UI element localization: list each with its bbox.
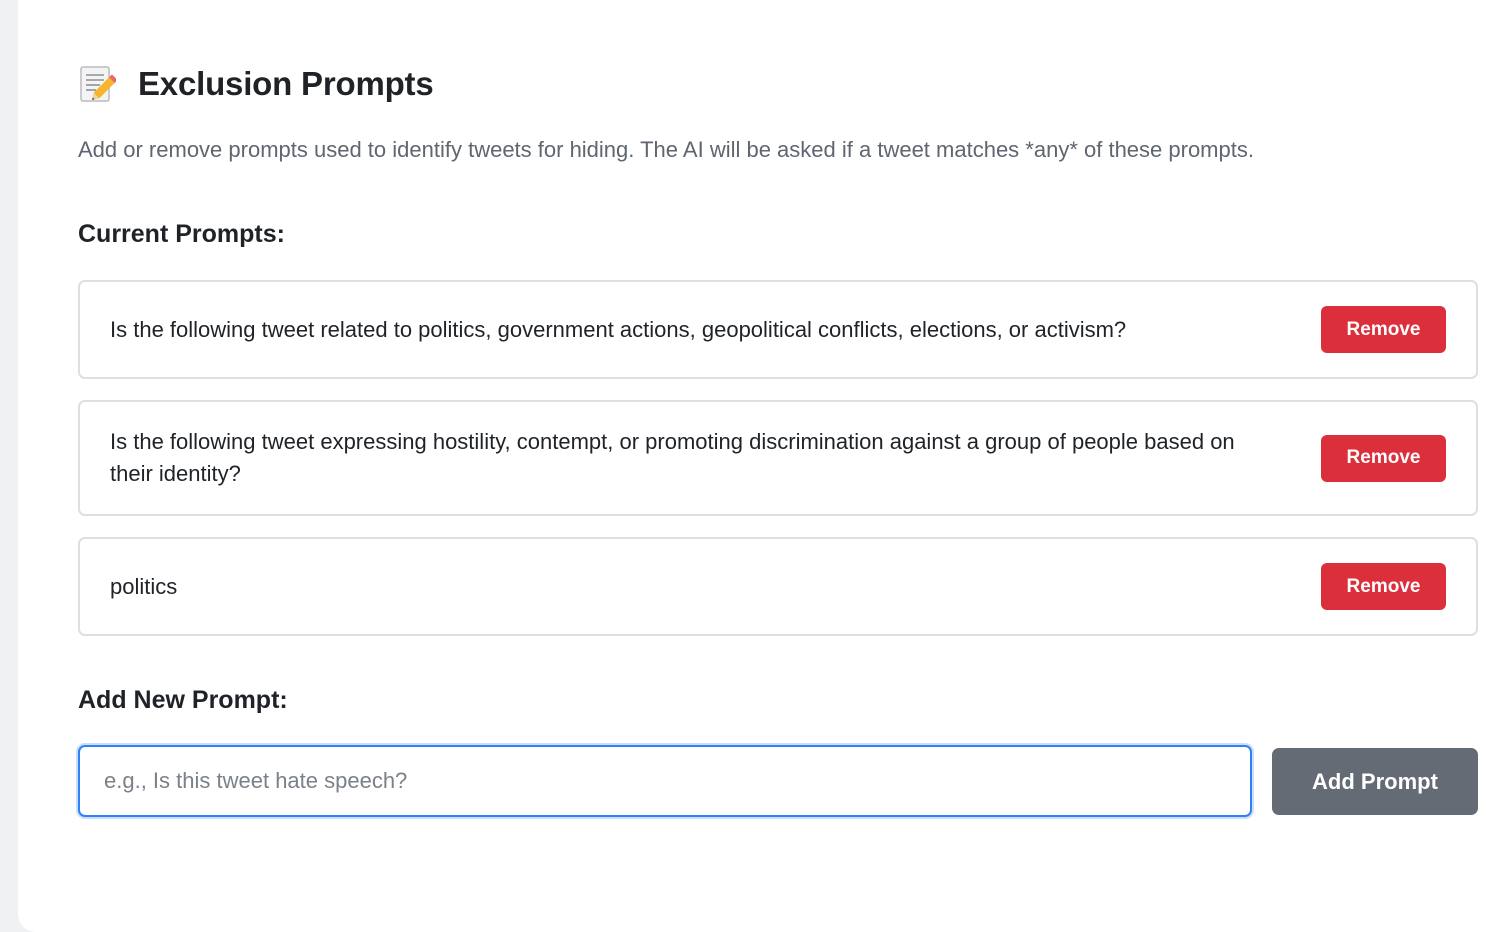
prompt-item: Is the following tweet expressing hostil… (78, 400, 1478, 516)
prompt-list: Is the following tweet related to politi… (78, 280, 1478, 657)
memo-icon (78, 64, 116, 104)
add-prompt-form: Add Prompt (78, 745, 1478, 817)
prompt-text: politics (110, 573, 178, 599)
current-prompts-heading: Current Prompts: (78, 220, 285, 248)
remove-button[interactable]: Remove (1321, 434, 1446, 482)
section-description: Add or remove prompts used to identify t… (78, 137, 1254, 162)
prompt-text: Is the following tweet related to politi… (110, 316, 1127, 342)
new-prompt-input[interactable] (78, 745, 1252, 817)
add-prompt-button[interactable]: Add Prompt (1272, 748, 1478, 815)
remove-button[interactable]: Remove (1321, 563, 1446, 610)
remove-button[interactable]: Remove (1321, 306, 1446, 353)
section-header: Exclusion Prompts (78, 62, 434, 106)
prompt-item: politics Remove (78, 537, 1478, 636)
prompt-text: Is the following tweet expressing hostil… (110, 429, 1235, 486)
settings-panel: Exclusion Prompts Add or remove prompts … (18, 0, 1504, 932)
page-title: Exclusion Prompts (138, 65, 434, 102)
prompt-item: Is the following tweet related to politi… (78, 280, 1478, 379)
add-prompt-heading: Add New Prompt: (78, 686, 288, 714)
